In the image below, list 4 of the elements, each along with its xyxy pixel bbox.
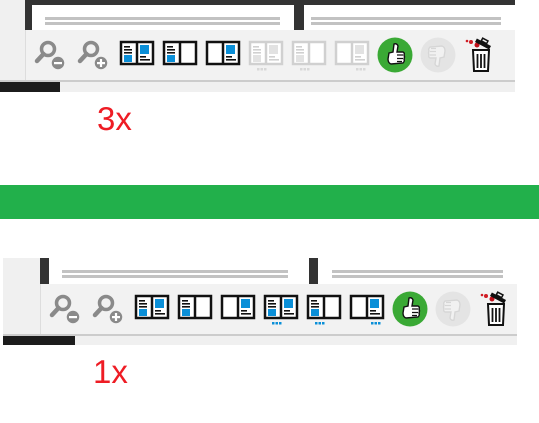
scale-label: 3x <box>97 100 132 138</box>
thumbs-up-icon[interactable] <box>377 37 413 73</box>
scale-label: 1x <box>93 353 128 391</box>
thumbs-up-icon[interactable] <box>392 291 428 327</box>
